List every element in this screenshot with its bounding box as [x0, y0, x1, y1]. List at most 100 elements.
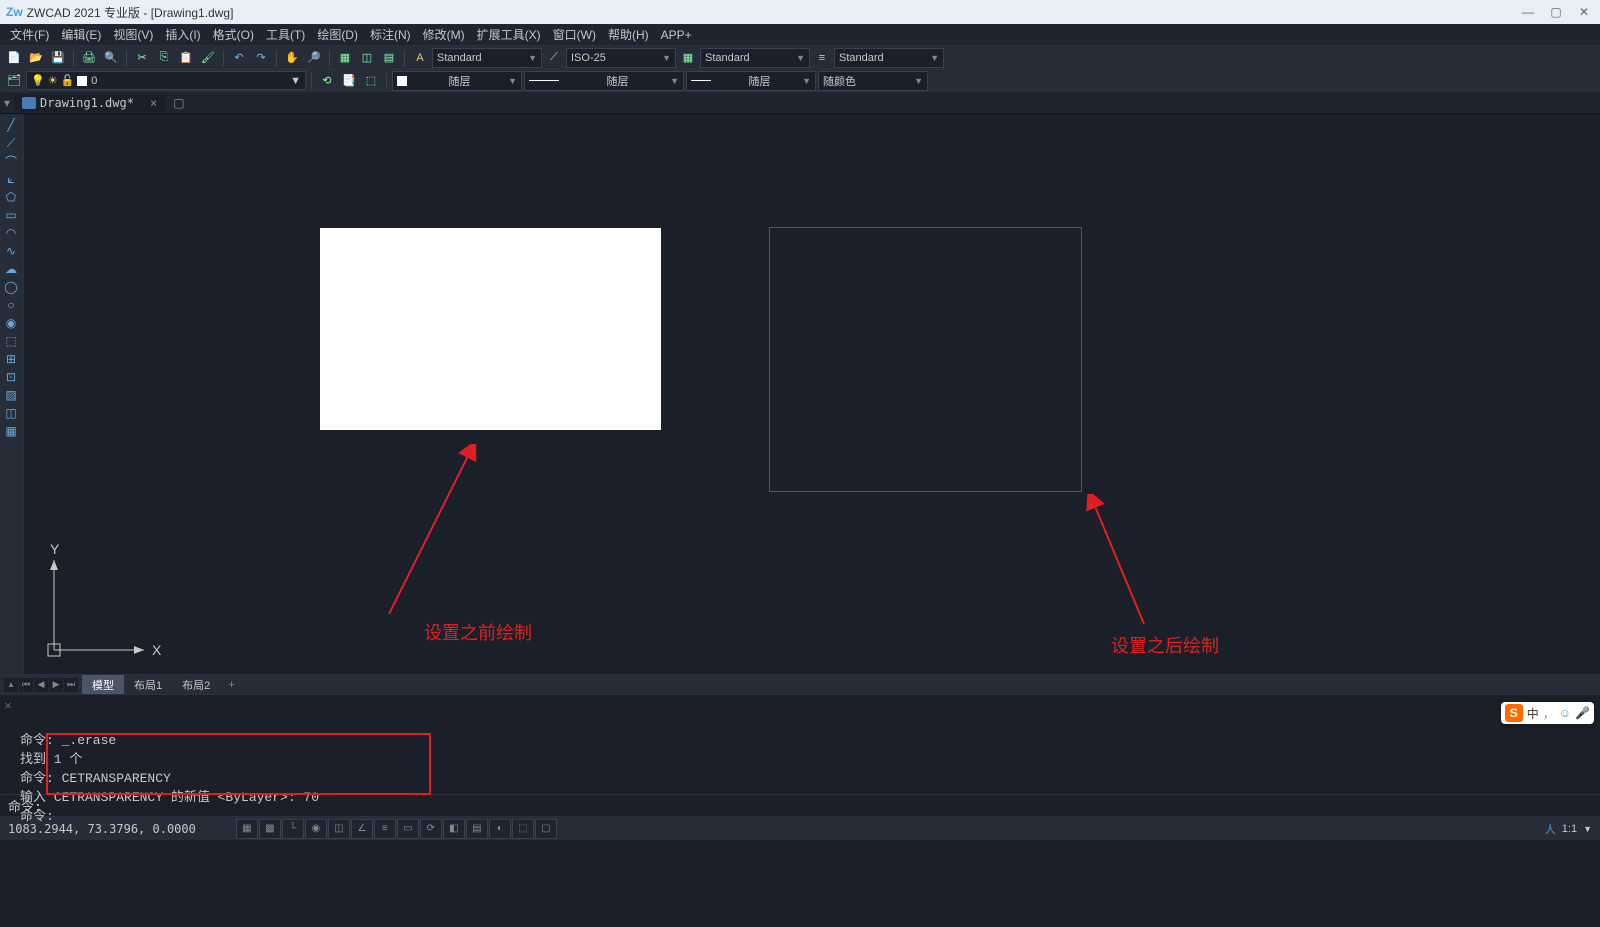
close-button[interactable]: ✕ [1574, 5, 1594, 19]
donut-icon[interactable]: ◉ [0, 314, 22, 332]
menu-view[interactable]: 视图(V) [107, 24, 159, 45]
bulb-icon: 💡 [31, 74, 45, 87]
print-icon[interactable]: 🖨 [79, 48, 99, 68]
ime-emoji-icon[interactable]: ☺ [1559, 706, 1571, 720]
rectangle-icon[interactable]: ▭ [0, 206, 22, 224]
tab-menu-icon[interactable]: ▾ [4, 96, 10, 110]
menu-insert[interactable]: 插入(I) [159, 24, 206, 45]
xline-icon[interactable]: ⟋ [0, 134, 22, 152]
preview-icon[interactable]: 🔍 [101, 48, 121, 68]
menu-edit[interactable]: 编辑(E) [55, 24, 107, 45]
tab-prevset-icon[interactable]: ⏮ [19, 678, 33, 692]
menu-format[interactable]: 格式(O) [207, 24, 260, 45]
menu-express[interactable]: 扩展工具(X) [471, 24, 547, 45]
rect-before [320, 228, 661, 430]
open-icon[interactable]: 📂 [26, 48, 46, 68]
paste-icon[interactable]: 📋 [176, 48, 196, 68]
cmdhist-close-icon[interactable]: × [4, 699, 12, 714]
match-icon[interactable]: 🖌 [198, 48, 218, 68]
menu-modify[interactable]: 修改(M) [417, 24, 471, 45]
workspace: ╱ ⟋ ⌒ ⟀ ⬠ ▭ ◠ ∿ ☁ ◯ ○ ◉ ⬚ ⊞ ⊡ ▨ ◫ ▦ 设置之前… [0, 114, 1600, 674]
linetype-dropdown[interactable]: 随层▼ [524, 71, 684, 91]
block-icon[interactable]: ⬚ [0, 332, 22, 350]
line-icon[interactable]: ╱ [0, 116, 22, 134]
ellipse-icon[interactable]: ◯ [0, 278, 22, 296]
dimstyle-dropdown[interactable]: ISO-25▼ [566, 48, 676, 68]
pan-icon[interactable]: ✋ [282, 48, 302, 68]
color-dropdown[interactable]: 随层▼ [392, 71, 522, 91]
ime-sogou-icon: S [1505, 704, 1523, 722]
save-icon[interactable]: 💾 [48, 48, 68, 68]
arrow-before-icon [379, 444, 489, 624]
ime-punc[interactable]: ， [1543, 705, 1555, 722]
menu-window[interactable]: 窗口(W) [547, 24, 602, 45]
copy-icon[interactable]: ⎘ [154, 48, 174, 68]
tab-close-icon[interactable]: × [150, 96, 157, 110]
arc-icon[interactable]: ⌒ [0, 152, 22, 170]
doc-tab-drawing1[interactable]: Drawing1.dwg* × [14, 94, 165, 112]
ime-mic-icon[interactable]: 🎤 [1575, 706, 1590, 720]
ime-lang[interactable]: 中 [1527, 705, 1539, 722]
menu-dim[interactable]: 标注(N) [364, 24, 417, 45]
polyline-icon[interactable]: ⟀ [0, 170, 22, 188]
new-tab-icon[interactable]: ▢ [173, 96, 184, 110]
title-bar: Zw ZWCAD 2021 专业版 - [Drawing1.dwg] — ▢ ✕ [0, 0, 1600, 24]
menu-tools[interactable]: 工具(T) [260, 24, 311, 45]
undo-icon[interactable]: ↶ [229, 48, 249, 68]
region-icon[interactable]: ◫ [0, 404, 22, 422]
minimize-button[interactable]: — [1518, 5, 1538, 19]
layer-dropdown[interactable]: 💡 ☀ 🔓 0 ▼ [26, 71, 306, 90]
circle-icon[interactable]: ○ [0, 296, 22, 314]
tool-icon[interactable]: ▤ [379, 48, 399, 68]
drawing-canvas[interactable]: 设置之前绘制 设置之后绘制 X Y [24, 114, 1600, 674]
props-icon[interactable]: ▦ [335, 48, 355, 68]
mlstyle-dropdown[interactable]: Standard▼ [834, 48, 944, 68]
polygon-icon[interactable]: ⬠ [0, 188, 22, 206]
tab-last-icon[interactable]: ⏭ [64, 678, 78, 692]
lineweight-dropdown[interactable]: 随层▼ [686, 71, 816, 91]
table-icon[interactable]: ▦ [0, 422, 22, 440]
plotcolor-dropdown[interactable]: 随颜色▼ [818, 71, 928, 91]
ucs-icon: X Y [34, 540, 164, 670]
zoom-icon[interactable]: 🔎 [304, 48, 324, 68]
point-icon[interactable]: ⊡ [0, 368, 22, 386]
menu-draw[interactable]: 绘图(D) [311, 24, 364, 45]
maximize-button[interactable]: ▢ [1546, 5, 1566, 19]
insert-icon[interactable]: ⊞ [0, 350, 22, 368]
window-controls: — ▢ ✕ [1518, 5, 1594, 19]
lstate-icon[interactable]: 📑 [339, 71, 359, 91]
tab-layout2[interactable]: 布局2 [172, 675, 220, 695]
revcloud-icon[interactable]: ☁ [0, 260, 22, 278]
dwg-icon [22, 97, 36, 109]
add-layout-icon[interactable]: + [220, 677, 242, 693]
new-icon[interactable]: 📄 [4, 48, 24, 68]
menu-help[interactable]: 帮助(H) [602, 24, 655, 45]
tab-next-icon[interactable]: ▶ [49, 678, 63, 692]
arc2-icon[interactable]: ◠ [0, 224, 22, 242]
redo-icon[interactable]: ↷ [251, 48, 271, 68]
design-icon[interactable]: ◫ [357, 48, 377, 68]
tablestyle-icon[interactable]: ▦ [678, 48, 698, 68]
mlstyle-icon[interactable]: ≡ [812, 48, 832, 68]
layer-manager-icon[interactable]: 🗂 [4, 71, 24, 91]
ime-indicator[interactable]: S 中 ， ☺ 🎤 [1501, 702, 1594, 724]
textstyle-icon[interactable]: A [410, 48, 430, 68]
app-logo: Zw [6, 5, 23, 19]
lock-icon: 🔓 [61, 74, 75, 87]
spline-icon[interactable]: ∿ [0, 242, 22, 260]
tablestyle-dropdown[interactable]: Standard▼ [700, 48, 810, 68]
menu-app[interactable]: APP+ [655, 26, 698, 44]
layer-name: 0 [91, 75, 97, 87]
tab-prev-icon[interactable]: ◀ [34, 678, 48, 692]
tab-layout1[interactable]: 布局1 [124, 675, 172, 695]
hatch-icon[interactable]: ▨ [0, 386, 22, 404]
dimstyle-icon[interactable]: ⟋ [544, 48, 564, 68]
tab-model[interactable]: 模型 [82, 675, 124, 695]
textstyle-dropdown[interactable]: Standard▼ [432, 48, 542, 68]
document-tabs: ▾ Drawing1.dwg* × ▢ [0, 92, 1600, 114]
liso-icon[interactable]: ⬚ [361, 71, 381, 91]
tab-first-icon[interactable]: ▴ [4, 678, 18, 692]
menu-file[interactable]: 文件(F) [4, 24, 55, 45]
cut-icon[interactable]: ✂ [132, 48, 152, 68]
lprev-icon[interactable]: ⟲ [317, 71, 337, 91]
